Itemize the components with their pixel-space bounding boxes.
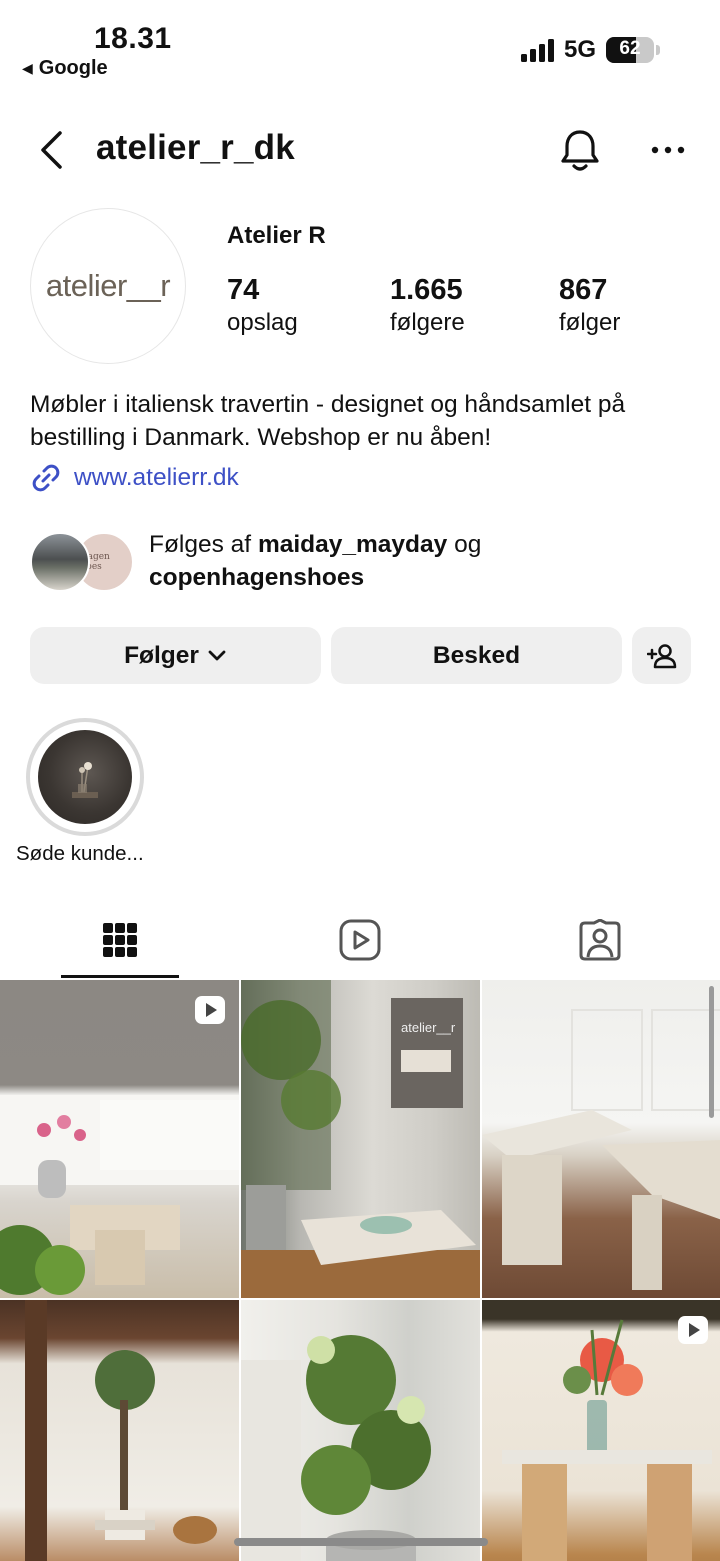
post-thumbnail[interactable] [482, 1300, 720, 1561]
add-person-icon [646, 643, 676, 668]
followed-by[interactable]: nhagen shoes Følges af maiday_mayday og … [30, 528, 700, 598]
profile-username: atelier_r_dk [96, 128, 295, 167]
cellular-signal-icon [520, 38, 554, 62]
suggested-users-button[interactable] [632, 627, 691, 684]
posts-label: opslag [227, 309, 298, 336]
display-name: Atelier R [227, 222, 326, 249]
grid-icon [103, 923, 137, 957]
back-app-label: Google [38, 57, 108, 79]
post-image [482, 1009, 720, 1290]
notifications-button[interactable] [558, 128, 602, 174]
post-image [241, 1335, 431, 1561]
back-triangle-icon: ◀ [22, 60, 33, 76]
battery-percent: 62 [619, 38, 641, 59]
tab-reels[interactable] [300, 904, 420, 976]
post-thumbnail[interactable] [241, 1300, 480, 1561]
status-time: 18.31 [94, 22, 172, 55]
post-image [0, 1095, 239, 1295]
more-horizontal-icon [651, 146, 685, 154]
chevron-left-icon [41, 131, 62, 169]
mutual-username-1[interactable]: maiday_mayday [258, 531, 447, 558]
back-button[interactable] [34, 130, 68, 170]
post-thumbnail[interactable] [482, 980, 720, 1298]
scrollbar[interactable] [709, 986, 714, 1118]
post-thumbnail[interactable] [0, 1300, 239, 1561]
reel-icon [678, 1316, 708, 1344]
reels-icon [339, 919, 381, 961]
bio-line-2: bestilling i Danmark. Webshop er nu åben… [30, 424, 492, 451]
status-indicators: 5G 62 [520, 36, 660, 64]
post-thumbnail[interactable]: atelier__r [241, 980, 480, 1298]
mutual-follower-avatar [30, 532, 90, 592]
active-tab-indicator [61, 975, 179, 978]
battery-icon: 62 [606, 37, 654, 63]
story-highlight[interactable] [26, 718, 144, 836]
home-indicator[interactable] [234, 1538, 488, 1546]
content-tabs [0, 904, 720, 978]
posts-stat[interactable]: 74 opslag [227, 274, 298, 337]
post-thumbnail[interactable] [0, 980, 239, 1298]
following-button[interactable]: Følger [30, 627, 321, 684]
battery-cap [656, 45, 660, 55]
post-overlay-text: atelier__r [401, 1020, 456, 1035]
tab-tagged[interactable] [540, 904, 660, 976]
tagged-person-icon [579, 919, 621, 961]
followers-label: følgere [390, 309, 465, 336]
highlight-cover-image [38, 730, 132, 824]
post-image [25, 1300, 217, 1561]
more-options-button[interactable] [650, 140, 686, 160]
following-label: følger [559, 309, 621, 336]
followed-by-text: Følges af maiday_mayday og copenhagensho… [149, 528, 481, 594]
tab-posts[interactable] [60, 904, 180, 976]
followed-by-conjunction: og [454, 531, 482, 558]
profile-bio: Møbler i italiensk travertin - designet … [30, 388, 700, 454]
profile-header: atelier_r_dk [0, 118, 720, 182]
profile-avatar[interactable]: atelier__r [30, 208, 186, 364]
followed-by-prefix: Følges af [149, 531, 252, 558]
following-stat[interactable]: 867 følger [559, 274, 620, 337]
reel-icon [195, 996, 225, 1024]
chevron-down-icon [208, 650, 226, 660]
following-label: Følger [124, 641, 199, 669]
highlight-label: Søde kunde... [16, 842, 144, 865]
website-link[interactable]: www.atelierr.dk [30, 462, 239, 494]
link-icon [32, 464, 60, 492]
followers-stat[interactable]: 1.665 følgere [390, 274, 465, 337]
message-label: Besked [432, 641, 521, 669]
mutual-username-2[interactable]: copenhagenshoes [149, 564, 364, 591]
message-button[interactable]: Besked [331, 627, 622, 684]
website-url: www.atelierr.dk [74, 464, 239, 491]
bio-line-1: Møbler i italiensk travertin - designet … [30, 391, 626, 418]
posts-count: 74 [227, 274, 260, 306]
avatar-logo-text: atelier__r [45, 268, 171, 303]
followers-count: 1.665 [390, 274, 463, 306]
bell-icon [561, 130, 599, 171]
following-count: 867 [559, 274, 608, 306]
posts-grid: atelier__r [0, 980, 720, 1561]
network-type: 5G [563, 36, 596, 63]
back-to-app-link[interactable]: ◀ Google [22, 57, 108, 80]
